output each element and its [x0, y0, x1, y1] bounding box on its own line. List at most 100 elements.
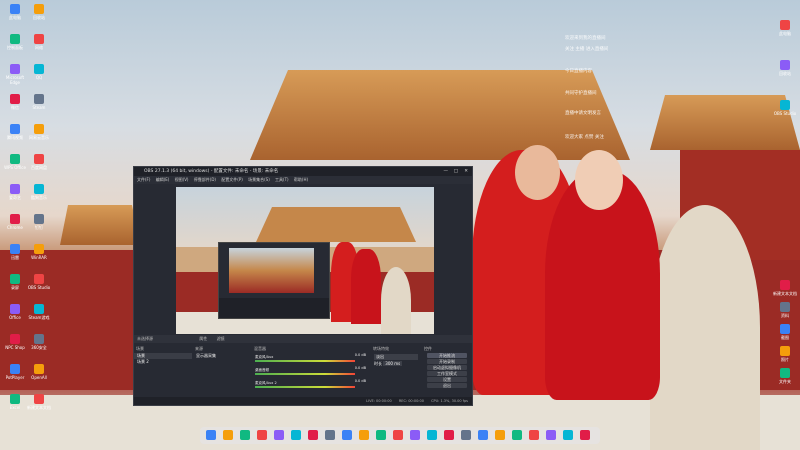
start-recording-button[interactable]: 开始录制	[427, 359, 467, 364]
desktop-icon[interactable]	[10, 34, 20, 44]
desktop-icon[interactable]	[34, 64, 44, 74]
virtual-camera-button[interactable]: 启动虚拟摄像机	[427, 365, 467, 370]
obs-window[interactable]: OBS 27.1.3 (64 bit, windows) - 配置文件: 未命名…	[133, 166, 473, 406]
menu-help[interactable]: 帮助(H)	[294, 177, 308, 182]
studio-mode-button[interactable]: 工作室模式	[427, 371, 467, 376]
desktop-icon-label: 360安全	[31, 345, 47, 350]
video-icon[interactable]	[342, 430, 352, 440]
desktop-icon[interactable]	[34, 304, 44, 314]
store-icon[interactable]	[427, 430, 437, 440]
desktop-icon-label: Office	[9, 315, 21, 320]
steam-icon[interactable]	[291, 430, 301, 440]
desktop-icon[interactable]	[34, 4, 44, 14]
start-streaming-button[interactable]: 开始推流	[427, 353, 467, 358]
desktop-icon[interactable]	[34, 364, 44, 374]
menu-docks[interactable]: 停靠部件(D)	[194, 177, 216, 182]
desktop-icon[interactable]	[34, 394, 44, 404]
close-button[interactable]: ✕	[464, 167, 468, 176]
desktop-icon-label: 迅雷	[11, 255, 19, 260]
menu-tools[interactable]: 工具(T)	[275, 177, 289, 182]
map-icon[interactable]	[529, 430, 539, 440]
transitions-dock: 转场特效 淡出 时长 300 ms	[371, 345, 421, 395]
trash-icon[interactable]	[580, 430, 590, 440]
properties-button[interactable]: 属性	[199, 336, 207, 341]
desktop-icon[interactable]	[10, 274, 20, 284]
minimize-button[interactable]: —	[444, 167, 449, 176]
marble-pillar	[650, 205, 760, 450]
desktop-icon[interactable]	[10, 94, 20, 104]
calc-icon[interactable]	[512, 430, 522, 440]
wechat-icon[interactable]	[240, 430, 250, 440]
maximize-button[interactable]: □	[454, 167, 458, 176]
cloud-icon[interactable]	[478, 430, 488, 440]
desktop-icon[interactable]	[34, 214, 44, 224]
menu-file[interactable]: 文件(F)	[137, 177, 150, 182]
source-item[interactable]: 显示器采集	[193, 353, 251, 359]
chrome-icon[interactable]	[257, 430, 267, 440]
folder-icon[interactable]	[359, 430, 369, 440]
desktop-icon[interactable]	[10, 124, 20, 134]
duration-input[interactable]: 300 ms	[383, 361, 403, 366]
desktop-icon-label: 此电脑	[9, 15, 21, 20]
transition-select[interactable]: 淡出	[374, 354, 418, 360]
desktop-icon[interactable]	[10, 244, 20, 254]
desktop-icon[interactable]	[10, 394, 20, 404]
mail-icon[interactable]	[376, 430, 386, 440]
menu-profile[interactable]: 配置文件(P)	[221, 177, 243, 182]
desktop-icon-label: 文件夹	[779, 379, 791, 384]
desktop-icon[interactable]	[34, 34, 44, 44]
desktop-icon[interactable]	[780, 346, 790, 356]
terminal-icon[interactable]	[444, 430, 454, 440]
game-icon[interactable]	[410, 430, 420, 440]
desktop-icon[interactable]	[34, 124, 44, 134]
menu-edit[interactable]: 编辑(E)	[156, 177, 170, 182]
bride-head	[575, 150, 623, 210]
desktop-icon[interactable]	[34, 184, 44, 194]
obs-titlebar[interactable]: OBS 27.1.3 (64 bit, windows) - 配置文件: 未命名…	[134, 167, 472, 176]
obs-icon[interactable]	[308, 430, 318, 440]
menu-view[interactable]: 视图(V)	[175, 177, 189, 182]
note-icon[interactable]	[495, 430, 505, 440]
finder-icon[interactable]	[206, 430, 216, 440]
clock-icon[interactable]	[563, 430, 573, 440]
desktop-icon[interactable]	[780, 100, 790, 110]
desktop-icon[interactable]	[780, 20, 790, 30]
scene-item[interactable]: 场景 2	[134, 359, 192, 365]
music-icon[interactable]	[325, 430, 335, 440]
desktop-icon[interactable]	[780, 302, 790, 312]
desktop-icon[interactable]	[34, 94, 44, 104]
qq-icon[interactable]	[223, 430, 233, 440]
controls-header: 控件	[424, 346, 432, 351]
desktop-icon[interactable]	[10, 184, 20, 194]
desktop-icon[interactable]	[780, 324, 790, 334]
preview-pillar	[381, 267, 411, 334]
overlay-line: 欢迎来到我的直播间	[565, 36, 606, 41]
desktop-icon[interactable]	[10, 334, 20, 344]
phone-icon[interactable]	[546, 430, 556, 440]
desktop-icon[interactable]	[10, 64, 20, 74]
desktop-icon[interactable]	[10, 4, 20, 14]
menu-scene-collection[interactable]: 场景集合(S)	[248, 177, 270, 182]
desktop-icon-label: 百度网盘	[31, 165, 47, 170]
settings-button[interactable]: 设置	[427, 377, 467, 382]
duration-label: 时长	[374, 361, 382, 366]
desktop-icon[interactable]	[34, 274, 44, 284]
desktop-icon[interactable]	[10, 154, 20, 164]
desktop-icon[interactable]	[34, 334, 44, 344]
desktop-icon[interactable]	[34, 154, 44, 164]
exit-button[interactable]: 退出	[427, 383, 467, 388]
photo-icon[interactable]	[461, 430, 471, 440]
desktop-icon[interactable]	[780, 280, 790, 290]
desktop-icon[interactable]	[34, 244, 44, 254]
edge-icon[interactable]	[274, 430, 284, 440]
settings-icon[interactable]	[393, 430, 403, 440]
desktop-icon[interactable]	[10, 214, 20, 224]
desktop-icon-label: 控制面板	[7, 45, 23, 50]
desktop-icon[interactable]	[780, 368, 790, 378]
preview-canvas[interactable]	[176, 187, 434, 334]
desktop-icon-label: 新建文本文档	[27, 405, 51, 410]
desktop-icon[interactable]	[780, 60, 790, 70]
desktop-icon[interactable]	[10, 364, 20, 374]
desktop-icon[interactable]	[10, 304, 20, 314]
filters-button[interactable]: 滤镜	[217, 336, 225, 341]
